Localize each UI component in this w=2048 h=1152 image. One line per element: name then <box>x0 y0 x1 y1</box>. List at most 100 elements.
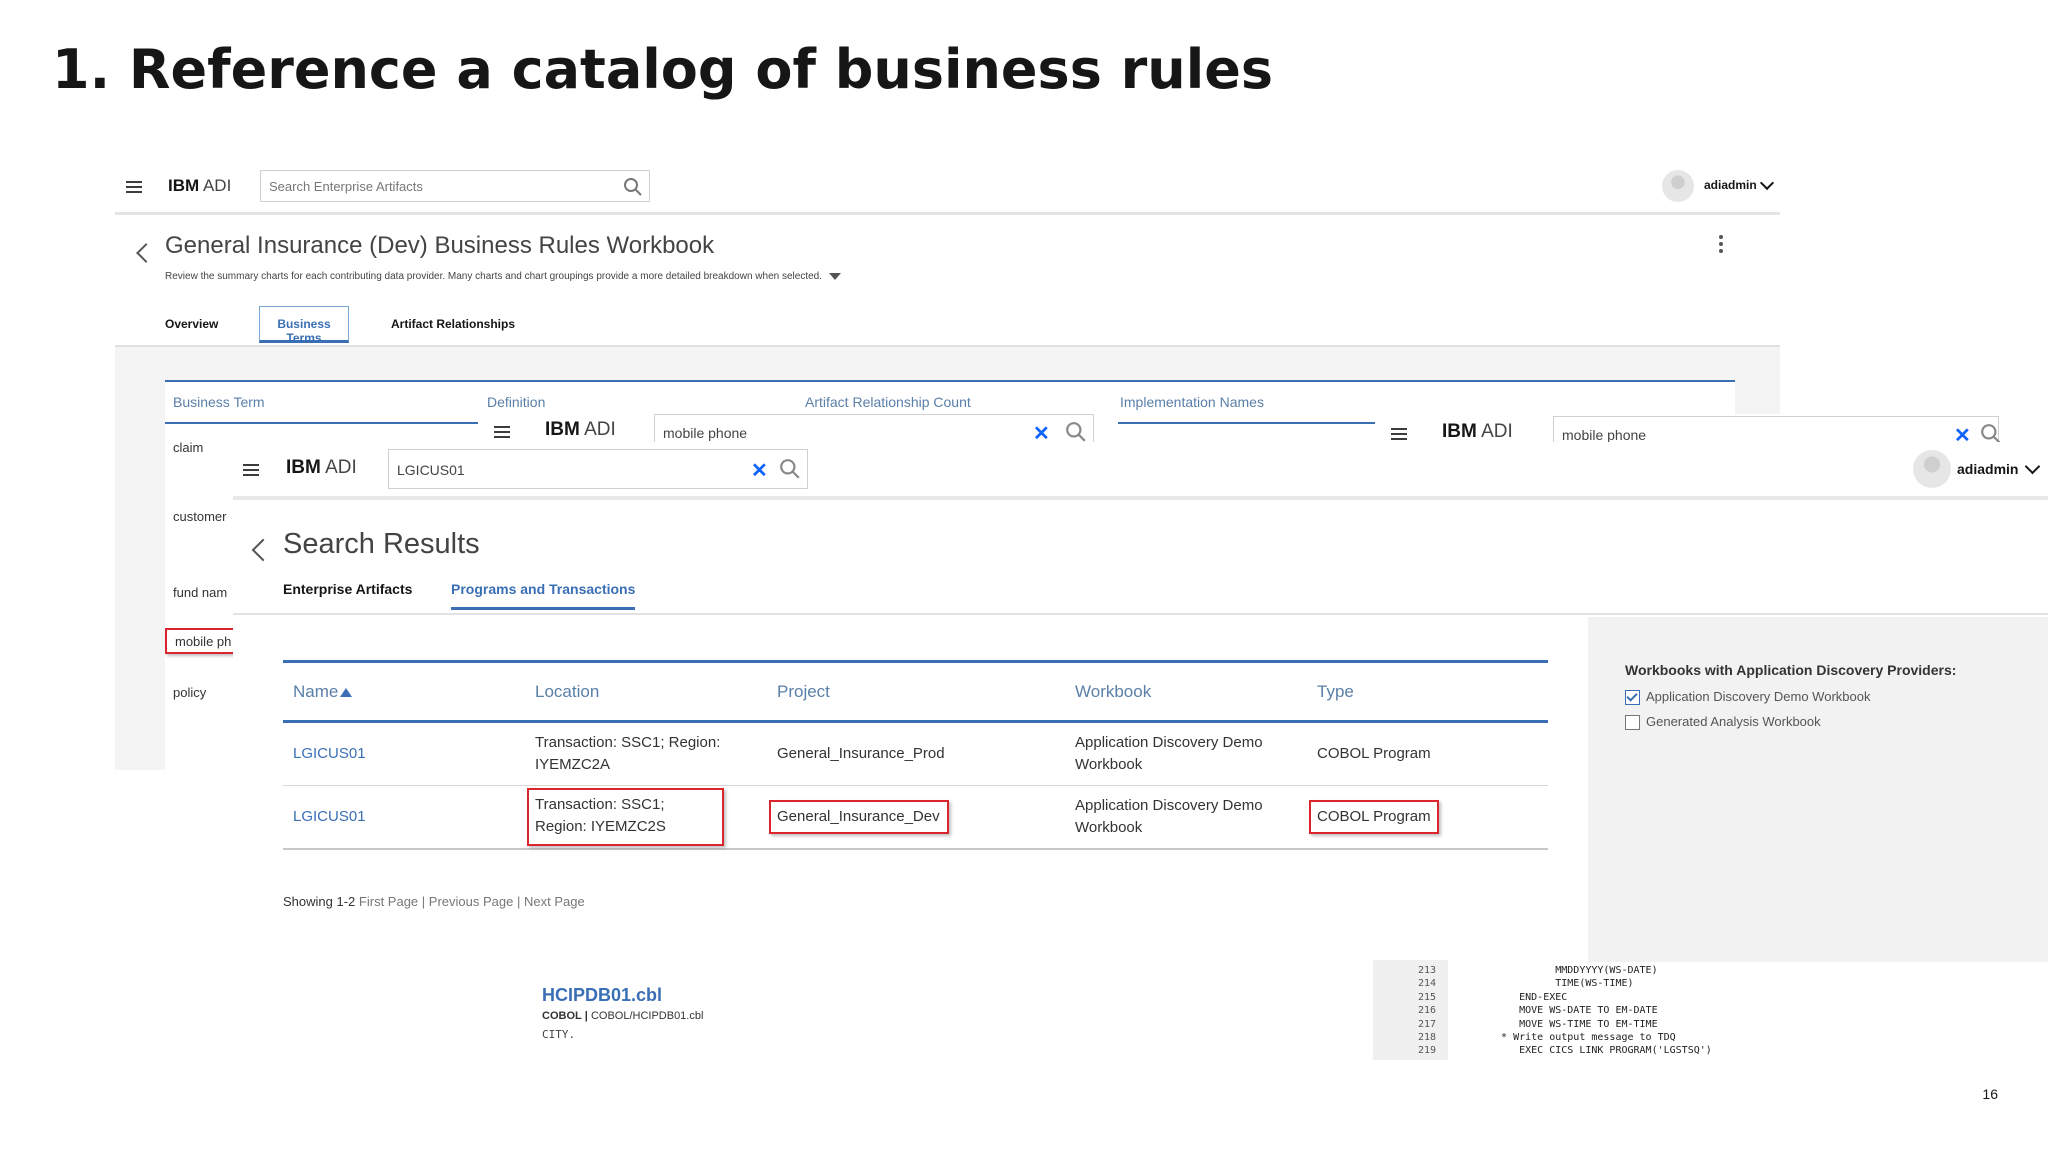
line-number: 215 <box>1418 991 1437 1003</box>
caret-down-icon[interactable] <box>828 272 841 280</box>
column-header-artifact-count[interactable]: Artifact Relationship Count <box>805 394 971 410</box>
search-value: mobile phone <box>663 425 748 441</box>
search-input[interactable]: Search Enterprise Artifacts <box>260 170 650 202</box>
back-arrow-icon[interactable] <box>251 538 275 562</box>
table-row[interactable]: LGICUS01 Transaction: SSC1; Region: IYEM… <box>283 786 1548 850</box>
tab-overview[interactable]: Overview <box>165 317 218 331</box>
filter-option-label: Application Discovery Demo Workbook <box>1646 689 1871 704</box>
kebab-menu-icon[interactable] <box>1719 235 1723 253</box>
slide-number: 16 <box>1982 1086 1998 1102</box>
column-header-type[interactable]: Type <box>1317 682 1354 702</box>
row-project: General_Insurance_Prod <box>777 745 945 762</box>
column-header-workbook[interactable]: Workbook <box>1075 682 1151 702</box>
user-menu[interactable]: adiadmin <box>1957 461 2018 477</box>
pagination: Showing 1-2 First Page | Previous Page |… <box>283 894 585 909</box>
code-line: * Write output message to TDQ <box>1483 1032 1676 1044</box>
brand-logo: IBM ADI <box>545 419 616 440</box>
code-line: MOVE WS-DATE TO EM-DATE <box>1483 1005 1658 1017</box>
search-icon[interactable] <box>779 458 801 480</box>
brand-logo: IBM ADI <box>286 457 357 478</box>
term-row[interactable]: policy <box>173 682 206 704</box>
tab-enterprise-artifacts[interactable]: Enterprise Artifacts <box>283 581 412 597</box>
row-location: Transaction: SSC1; Region: IYEMZC2A <box>535 734 721 773</box>
chevron-down-icon[interactable] <box>2024 458 2041 475</box>
brand-logo: IBM ADI <box>168 176 232 195</box>
previous-page-link[interactable]: Previous Page <box>429 894 514 909</box>
workbook-header-bar: IBM ADI Search Enterprise Artifacts adia… <box>115 160 1780 215</box>
search-results-window: IBM ADI LGICUS01 ✕ adiadmin Search Resul… <box>233 442 2048 962</box>
file-snippet: HCIPDB01.cbl COBOL | COBOL/HCIPDB01.cbl … <box>542 985 842 1045</box>
term-row[interactable]: claim <box>173 437 203 459</box>
checkbox-checked-icon[interactable] <box>1625 690 1640 706</box>
term-row[interactable]: fund nam <box>173 582 227 604</box>
brand-logo: IBM ADI <box>1442 421 1513 442</box>
pagination-showing: Showing 1-2 <box>283 894 356 909</box>
next-page-link[interactable]: Next Page <box>524 894 585 909</box>
code-line: MOVE WS-TIME TO EM-TIME <box>1483 1018 1658 1030</box>
sort-ascending-icon[interactable] <box>340 688 353 697</box>
chevron-down-icon[interactable] <box>1759 175 1775 191</box>
table-row[interactable]: LGICUS01 Transaction: SSC1; Region: IYEM… <box>283 723 1548 786</box>
menu-icon[interactable] <box>243 464 259 476</box>
workbook-description: Review the summary charts for each contr… <box>165 271 841 282</box>
slide-title: 1. Reference a catalog of business rules <box>52 38 1273 101</box>
table-top-border <box>283 660 1548 663</box>
file-path: COBOL/HCIPDB01.cbl <box>590 1010 704 1022</box>
code-line: EXEC CICS LINK PROGRAM('LGSTSQ') <box>1483 1045 1712 1057</box>
code-line: TIME(WS-TIME) <box>1483 978 1634 990</box>
row-workbook: Application Discovery Demo Workbook <box>1075 734 1263 773</box>
filter-title: Workbooks with Application Discovery Pro… <box>1625 662 1957 678</box>
row-workbook: Application Discovery Demo Workbook <box>1075 797 1263 836</box>
column-header-name[interactable]: Name <box>293 682 353 702</box>
row-name-link[interactable]: LGICUS01 <box>293 743 366 765</box>
file-name-link[interactable]: HCIPDB01.cbl <box>542 985 842 1006</box>
tab-artifact-relationships[interactable]: Artifact Relationships <box>391 317 515 331</box>
filter-option[interactable]: Generated Analysis Workbook <box>1625 714 1821 731</box>
column-header-implementation-names[interactable]: Implementation Names <box>1120 394 1264 410</box>
row-project-highlighted: General_Insurance_Dev <box>769 800 949 834</box>
menu-icon[interactable] <box>126 181 142 193</box>
line-number: 218 <box>1418 1032 1437 1044</box>
line-number: 219 <box>1418 1045 1437 1057</box>
results-header-bar: IBM ADI LGICUS01 ✕ adiadmin <box>233 442 2048 500</box>
term-row[interactable]: customer <box>173 506 226 528</box>
user-menu[interactable]: adiadmin <box>1704 178 1757 192</box>
checkbox-unchecked-icon[interactable] <box>1625 715 1640 731</box>
avatar[interactable] <box>1913 450 1951 488</box>
page-title: Search Results <box>283 528 480 560</box>
tab-programs-and-transactions[interactable]: Programs and Transactions <box>451 581 636 610</box>
code-line: END-EXEC <box>1483 991 1568 1003</box>
search-placeholder: Search Enterprise Artifacts <box>269 179 423 194</box>
search-icon[interactable] <box>623 177 643 197</box>
line-number: 213 <box>1418 965 1437 976</box>
pagination-separator: | <box>516 894 521 909</box>
file-meta: COBOL | COBOL/HCIPDB01.cbl <box>542 1010 704 1022</box>
results-table: Name Location Project Workbook Type LGIC… <box>283 660 1548 870</box>
filter-option-label: Generated Analysis Workbook <box>1646 714 1821 729</box>
tabs-divider <box>233 613 2048 615</box>
row-name-link[interactable]: LGICUS01 <box>293 806 366 828</box>
tab-business-terms[interactable]: Business Terms <box>259 306 349 345</box>
menu-icon[interactable] <box>494 426 510 438</box>
search-value: LGICUS01 <box>397 462 465 478</box>
search-icon[interactable] <box>1065 421 1087 443</box>
file-lang: COBOL <box>542 1010 582 1022</box>
clear-icon[interactable]: ✕ <box>751 458 768 483</box>
search-input[interactable]: LGICUS01 ✕ <box>388 449 808 489</box>
code-lines: MMDDYYYY(WS-DATE) TIME(WS-TIME) END-EXEC… <box>1483 964 1712 1058</box>
column-header-project[interactable]: Project <box>777 682 830 702</box>
first-page-link[interactable]: First Page <box>359 894 418 909</box>
code-snippet: 213 214 215 216 217 218 219 MMDDYYYY(WS-DATE) … <box>1373 960 1793 1060</box>
column-header-definition[interactable]: Definition <box>487 394 545 410</box>
avatar[interactable] <box>1662 170 1694 202</box>
column-header-location[interactable]: Location <box>535 682 599 702</box>
column-header-business-term[interactable]: Business Term <box>173 394 265 410</box>
pagination-separator: | <box>421 894 426 909</box>
menu-icon[interactable] <box>1391 428 1407 440</box>
row-type-highlighted: COBOL Program <box>1309 800 1439 834</box>
filter-option[interactable]: Application Discovery Demo Workbook <box>1625 689 1871 706</box>
workbook-title: General Insurance (Dev) Business Rules W… <box>165 232 715 259</box>
line-number-gutter <box>1373 960 1448 1060</box>
filter-panel: Workbooks with Application Discovery Pro… <box>1588 617 2048 962</box>
code-line: MMDDYYYY(WS-DATE) <box>1483 965 1658 976</box>
